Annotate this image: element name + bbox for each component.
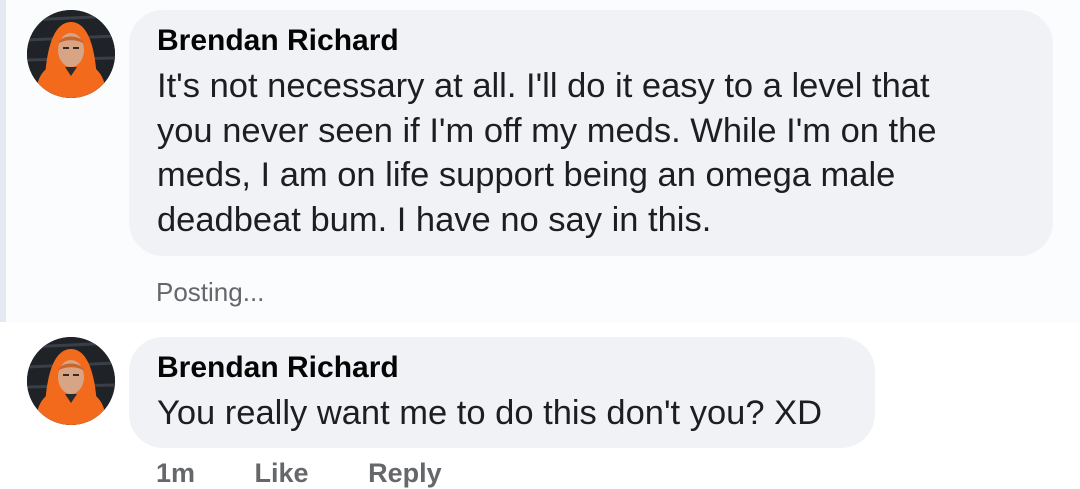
reply-button[interactable]: Reply <box>368 458 442 488</box>
profile-photo-icon <box>27 10 115 98</box>
avatar[interactable] <box>27 337 115 425</box>
profile-photo-icon <box>27 337 115 425</box>
comment-author[interactable]: Brendan Richard <box>157 24 399 58</box>
pending-comment-indicator <box>0 0 6 322</box>
comment-text: It's not necessary at all. I'll do it ea… <box>157 67 937 239</box>
comment-timestamp[interactable]: 1m <box>156 458 195 488</box>
comment-text: You really want me to do this don't you?… <box>157 394 823 432</box>
posting-status: Posting... <box>156 277 265 307</box>
comment-bubble[interactable]: Brendan Richard You really want me to do… <box>129 337 875 448</box>
comment-bubble[interactable]: Brendan Richard It's not necessary at al… <box>129 10 1053 256</box>
like-button[interactable]: Like <box>255 458 309 488</box>
avatar[interactable] <box>27 10 115 98</box>
comment-author[interactable]: Brendan Richard <box>157 351 399 385</box>
